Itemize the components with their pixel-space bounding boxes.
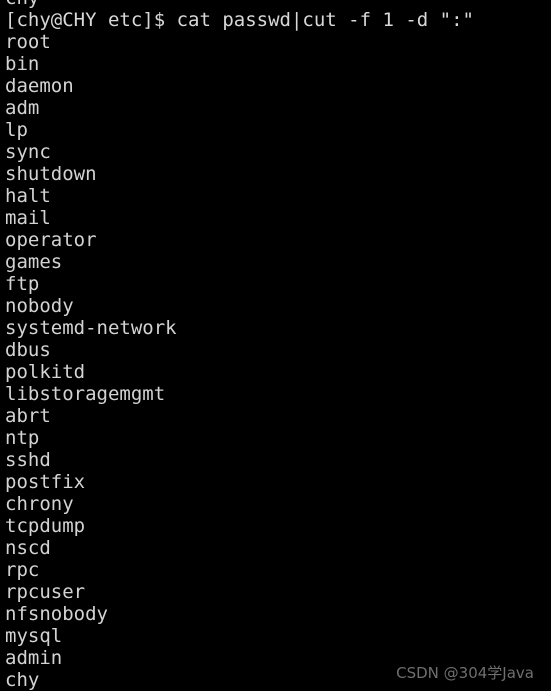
csdn-watermark: CSDN @304学Java — [396, 664, 534, 682]
terminal-output-line: nscd — [5, 537, 51, 559]
terminal-output: root bin daemon adm lp sync shutdown halt mail op… — [5, 31, 551, 691]
terminal-output-line: abrt — [5, 405, 51, 427]
terminal-output-line: dbus — [5, 339, 51, 361]
terminal-output-line: mail — [5, 207, 51, 229]
terminal-output-line: lp — [5, 119, 28, 141]
terminal-output-line: shutdown — [5, 163, 97, 185]
terminal-output-line: sync — [5, 141, 51, 163]
terminal-output-line: polkitd — [5, 361, 86, 383]
terminal-output-line: rpc — [5, 559, 40, 581]
terminal-screen[interactable]: chy [chy@CHY etc]$ cat passwd|cut -f 1 -… — [0, 0, 551, 691]
terminal-output-line: tcpdump — [5, 515, 86, 537]
terminal-output-line: adm — [5, 97, 40, 119]
terminal-output-line: bin — [5, 53, 40, 75]
terminal-output-line: systemd-network — [5, 317, 177, 339]
terminal-output-line: halt — [5, 185, 51, 207]
terminal-window[interactable]: chy [chy@CHY etc]$ cat passwd|cut -f 1 -… — [0, 0, 551, 691]
terminal-output-line: rpcuser — [5, 581, 86, 603]
terminal-output-line: nfsnobody — [5, 603, 108, 625]
terminal-output-line: games — [5, 251, 63, 273]
terminal-output-line: postfix — [5, 471, 86, 493]
terminal-output-line: chrony — [5, 493, 74, 515]
terminal-output-line: libstoragemgmt — [5, 383, 166, 405]
terminal-clipped-line: chy — [5, 0, 551, 9]
terminal-output-line: daemon — [5, 75, 74, 97]
terminal-output-line: operator — [5, 229, 97, 251]
terminal-prompt-line: [chy@CHY etc]$ cat passwd|cut -f 1 -d ":… — [5, 9, 474, 31]
terminal-output-line: root — [5, 31, 51, 53]
terminal-output-line: ftp — [5, 273, 40, 295]
terminal-output-line: nobody — [5, 295, 74, 317]
terminal-output-line: sshd — [5, 449, 51, 471]
terminal-output-line: mysql — [5, 625, 63, 647]
terminal-output-line: ntp — [5, 427, 40, 449]
